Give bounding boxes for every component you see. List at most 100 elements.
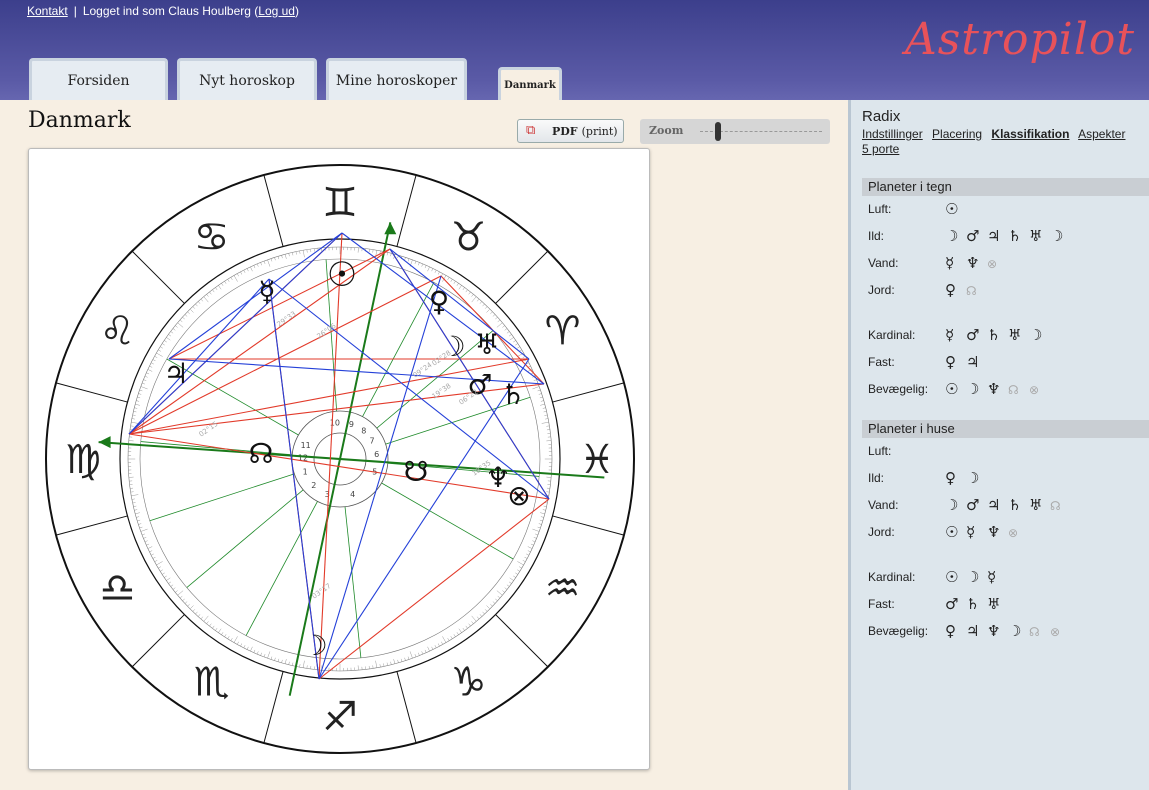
contact-link[interactable]: Kontakt [27, 4, 68, 18]
planet-symbol-icon: ♂ [966, 496, 980, 514]
pdf-icon: ⧉ [526, 123, 536, 138]
zodiac-sign-icon: ♒ [545, 566, 581, 612]
classification-row: Ild: ☽ ♂ ♃ ♄ ♅ ☽ [868, 227, 1071, 245]
planet-symbol-icon: ♄ [987, 326, 1001, 344]
link-klassifikation[interactable]: Klassifikation [991, 127, 1069, 141]
link-placering[interactable]: Placering [932, 127, 982, 141]
planet-symbol-icon: ♅ [987, 595, 1001, 613]
section-header: Planeter i huse [862, 420, 1149, 438]
classification-label: Fast: [868, 597, 895, 611]
planet-symbol-icon: ♀ [945, 281, 956, 299]
classification-row: Vand: ☿ ♆ ⊗ [868, 254, 1008, 272]
planet-symbol-icon: ☽ [966, 469, 980, 487]
top-bar: Kontakt | Logget ind som Claus Houlberg (L… [27, 4, 299, 18]
classification-row: Jord: ☉ ☿ ♆ ⊗ [868, 523, 1029, 541]
classification-row: Fast: ♂ ♄ ♅ [868, 595, 1008, 613]
planet-symbols: ☉ ☽ ☿ [945, 568, 1008, 586]
sidebar-nav: Indstillinger Placering Klassifikation A… [862, 127, 1149, 157]
sidebar-title: Radix [862, 108, 901, 125]
astropilot-logo[interactable]: Astropilot [905, 14, 1135, 65]
link-5-porte[interactable]: 5 porte [862, 142, 899, 156]
pdf-print-button[interactable]: ⧉ PDF (print) [517, 119, 624, 143]
planet-symbol-icon: ☿ [945, 326, 955, 344]
planet-symbol-dim-icon: ☊ [1029, 625, 1040, 639]
classification-label: Fast: [868, 355, 895, 369]
classification-label: Ild: [868, 229, 885, 243]
planet-symbol-dim-icon: ⊗ [1029, 383, 1040, 397]
planet-symbol-icon: ♀ [945, 469, 956, 487]
classification-row: Ild: ♀ ☽ [868, 469, 987, 487]
zoom-control: Zoom [640, 119, 830, 144]
planet-symbol-dim-icon: ☊ [966, 284, 977, 298]
planet-glyph-icon: ♀ [429, 285, 450, 318]
zodiac-sign-icon: ♑ [451, 660, 487, 706]
planet-symbol-icon: ♀ [945, 353, 956, 371]
planet-glyph-icon: ⊗ [507, 479, 530, 512]
section-header: Planeter i tegn [862, 178, 1149, 196]
planet-symbols: ☿ ♆ ⊗ [945, 254, 1008, 272]
classification-row: Vand: ☽ ♂ ♃ ♄ ♅ ☊ [868, 496, 1071, 514]
planet-symbol-icon: ♅ [1008, 326, 1022, 344]
planet-symbol-icon: ☽ [945, 227, 959, 245]
planet-symbol-icon: ♆ [987, 380, 1001, 398]
link-indstillinger[interactable]: Indstillinger [862, 127, 923, 141]
planet-symbols: ♀ ☊ [945, 281, 987, 299]
house-number: 1 [303, 468, 308, 477]
house-number: 2 [311, 481, 316, 490]
header: Kontakt | Logget ind som Claus Houlberg (L… [0, 0, 1149, 100]
zodiac-sign-icon: ♉ [451, 214, 487, 260]
planet-symbol-icon: ♄ [1008, 227, 1022, 245]
link-aspekter[interactable]: Aspekter [1078, 127, 1125, 141]
pdf-label-bold: PDF [552, 124, 578, 138]
planet-glyph-icon: ☋ [404, 455, 429, 488]
planet-symbols: ♂ ♄ ♅ [945, 595, 1008, 613]
classification-label: Jord: [868, 525, 895, 539]
classification-row: Bevægelig: ♀ ♃ ♆ ☽ ☊ ⊗ [868, 622, 1071, 640]
tab-mine-horoskoper[interactable]: Mine horoskoper [326, 58, 467, 100]
classification-label: Kardinal: [868, 328, 916, 342]
planet-glyph-icon: ♃ [163, 357, 188, 390]
planet-symbol-dim-icon: ⊗ [1050, 625, 1061, 639]
tab-forsiden[interactable]: Forsiden [29, 58, 168, 100]
classification-label: Vand: [868, 498, 899, 512]
classification-label: Bevægelig: [868, 624, 929, 638]
tab-danmark[interactable]: Danmark [498, 67, 562, 100]
planet-symbol-icon: ☽ [1008, 622, 1022, 640]
planet-symbol-icon: ☽ [966, 568, 980, 586]
planet-symbol-icon: ♂ [945, 595, 959, 613]
house-number: 6 [374, 450, 379, 459]
planet-symbol-icon: ☉ [945, 380, 959, 398]
zodiac-sign-icon: ♌ [100, 309, 136, 355]
planet-symbol-icon: ☿ [945, 254, 955, 272]
planet-glyph-icon: ♅ [474, 328, 499, 361]
planet-symbol-icon: ♆ [987, 622, 1001, 640]
house-number: 8 [361, 427, 366, 436]
zodiac-sign-icon: ♍ [65, 437, 101, 483]
zoom-slider-handle[interactable] [715, 122, 721, 141]
classification-label: Luft: [868, 202, 892, 216]
planet-symbol-icon: ☽ [1050, 227, 1064, 245]
planet-symbol-icon: ♂ [966, 227, 980, 245]
classification-label: Luft: [868, 444, 892, 458]
planet-symbols: ☉ ☽ ♆ ☊ ⊗ [945, 380, 1050, 398]
planet-symbol-icon: ☿ [966, 523, 976, 541]
logout-link[interactable]: Log ud [258, 4, 295, 18]
zodiac-sign-icon: ♊ [322, 180, 358, 226]
planet-symbol-dim-icon: ☊ [1050, 499, 1061, 513]
tab-nyt-horoskop[interactable]: Nyt horoskop [177, 58, 317, 100]
classification-row: Luft: ☉ [868, 200, 966, 218]
zodiac-sign-icon: ♏ [194, 660, 230, 706]
planet-symbol-dim-icon: ☊ [1008, 383, 1019, 397]
house-number: 10 [330, 418, 340, 427]
classification-label: Ild: [868, 471, 885, 485]
planet-symbols: ♀ ☽ [945, 469, 987, 487]
planet-symbol-icon: ♅ [1029, 227, 1043, 245]
classification-row: Kardinal: ☉ ☽ ☿ [868, 568, 1008, 586]
planet-symbols: ☽ ♂ ♃ ♄ ♅ ☊ [945, 496, 1071, 514]
planet-symbol-icon: ♆ [966, 254, 980, 272]
house-number: 7 [369, 437, 374, 446]
planet-symbol-icon: ☽ [1029, 326, 1043, 344]
zodiac-sign-icon: ♐ [322, 694, 358, 740]
planet-symbols: ♀ ♃ ♆ ☽ ☊ ⊗ [945, 622, 1071, 640]
planet-glyph-icon: ☊ [249, 437, 274, 470]
